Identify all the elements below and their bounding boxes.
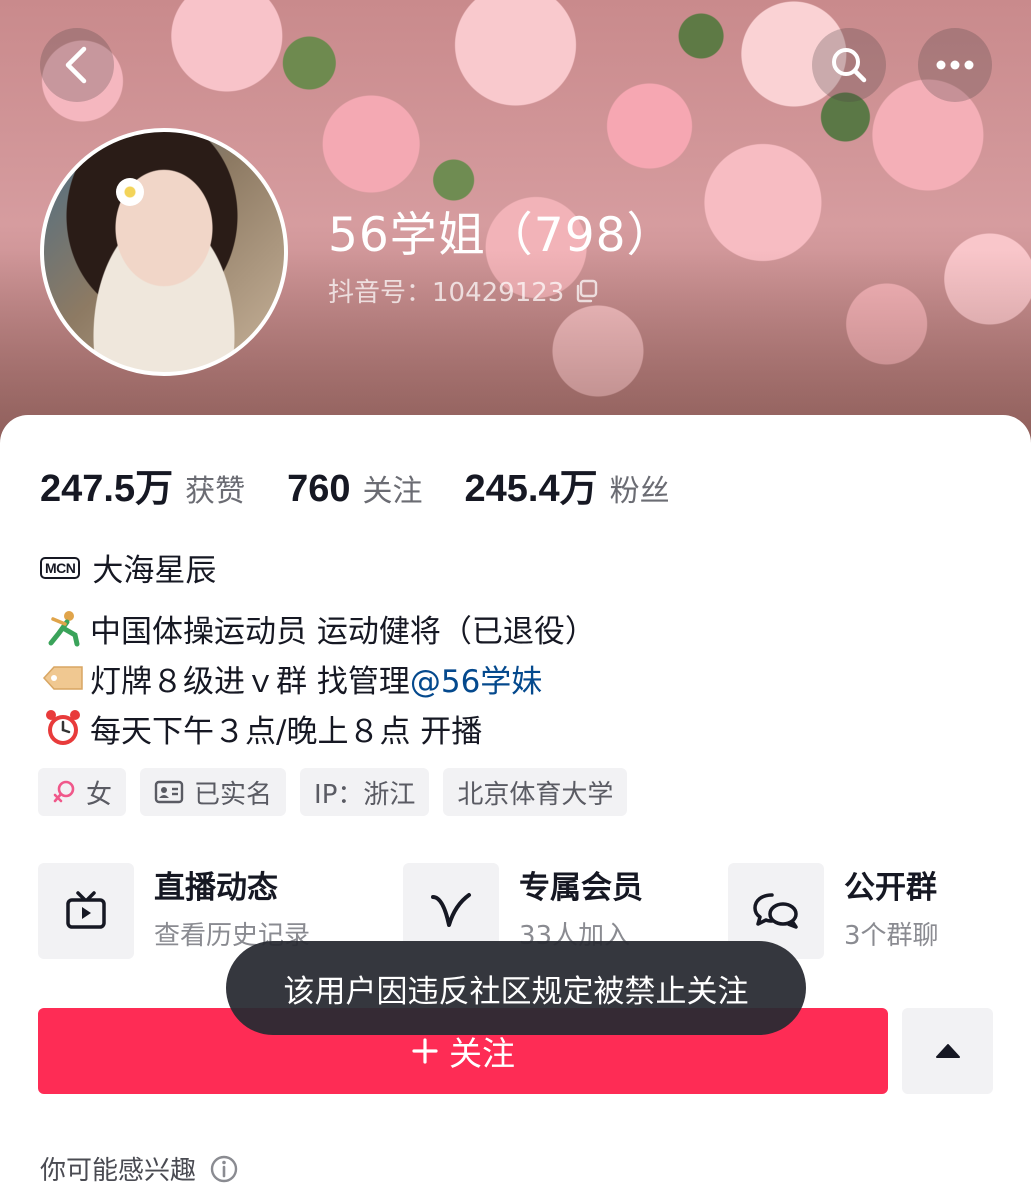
alarm-clock-icon [40, 708, 86, 748]
feature-title: 专属会员 [519, 870, 643, 906]
stat-value: 760 [287, 468, 351, 510]
triangle-up-icon [935, 1044, 960, 1058]
bio-text: 每天下午３点/晚上８点 开播 [90, 713, 483, 750]
feature-icon-box [38, 863, 134, 959]
more-dots-icon [936, 60, 974, 70]
mcn-name: 大海星辰 [92, 553, 217, 589]
profile-card: 247.5万 获赞 760 关注 245.4万 粉丝 MCN 大海星辰 中国体操… [0, 415, 1031, 1200]
stat-value: 245.4万 [464, 468, 598, 510]
copy-icon[interactable] [574, 278, 600, 304]
tv-icon [66, 891, 106, 929]
label-tag-icon [40, 658, 86, 698]
tag-label: 已实名 [194, 779, 273, 810]
nickname: 56学姐（798） [328, 208, 675, 263]
bio-line: 灯牌８级进ｖ群 找管理 @56学妹 [40, 653, 596, 703]
tag-school[interactable]: 北京体育大学 [443, 768, 628, 816]
gymnast-icon [40, 608, 86, 648]
more-button[interactable] [918, 28, 992, 102]
mcn-badge-icon: MCN [40, 556, 81, 579]
bio-line: 中国体操运动员 运动健将（已退役） [40, 603, 596, 653]
stats-row: 247.5万 获赞 760 关注 245.4万 粉丝 [40, 457, 712, 512]
plus-icon [412, 1038, 438, 1064]
female-icon [53, 780, 75, 803]
suggest-header: 你可能感兴趣 [40, 1150, 238, 1187]
stat-value: 247.5万 [40, 468, 174, 510]
stat-label: 粉丝 [609, 474, 670, 509]
feature-subtitle: 3个群聊 [844, 921, 939, 951]
v-icon [431, 893, 471, 927]
expand-recommendations-button[interactable] [902, 1008, 993, 1094]
stat-label: 获赞 [185, 474, 246, 509]
bio: 中国体操运动员 运动健将（已退役） 灯牌８级进ｖ群 找管理 @56学妹 每天下午… [40, 603, 596, 753]
search-icon [832, 48, 867, 83]
tag-label: 女 [86, 779, 113, 810]
mention-link[interactable]: @56学妹 [410, 656, 542, 701]
tag-label: IP：浙江 [314, 779, 416, 810]
feature-title: 直播动态 [154, 870, 278, 906]
info-icon[interactable] [210, 1155, 238, 1183]
bio-text: 中国体操运动员 运动健将（已退役） [90, 613, 596, 650]
search-button[interactable] [812, 28, 886, 102]
stat-following[interactable]: 760 关注 [287, 466, 422, 511]
stat-followers[interactable]: 245.4万 粉丝 [465, 457, 670, 512]
douyin-id: 抖音号：10429123 [328, 278, 565, 308]
avatar[interactable] [40, 128, 288, 376]
tag-gender: 女 [38, 768, 127, 816]
stat-label: 关注 [362, 474, 423, 509]
toast-message: 该用户因违反社区规定被禁止关注 [226, 941, 806, 1035]
bio-line: 每天下午３点/晚上８点 开播 [40, 703, 596, 753]
back-button[interactable] [40, 28, 114, 102]
tag-label: 北京体育大学 [457, 779, 614, 810]
stat-likes[interactable]: 247.5万 获赞 [40, 457, 245, 512]
bio-text: 灯牌８级进ｖ群 找管理 [90, 663, 410, 700]
flower-decoration [116, 178, 144, 206]
douyin-id-row[interactable]: 抖音号：10429123 [328, 272, 600, 309]
profile-tags: 女 已实名 IP：浙江 北京体育大学 [38, 768, 628, 816]
tag-verified: 已实名 [140, 768, 287, 816]
chat-bubbles-icon [753, 893, 798, 929]
suggest-title: 你可能感兴趣 [40, 1156, 197, 1186]
tag-ip: IP：浙江 [300, 768, 430, 816]
mcn-row[interactable]: MCN 大海星辰 [40, 545, 216, 590]
chevron-left-icon [65, 46, 87, 84]
feature-title: 公开群 [844, 870, 937, 906]
id-card-icon [154, 780, 184, 804]
